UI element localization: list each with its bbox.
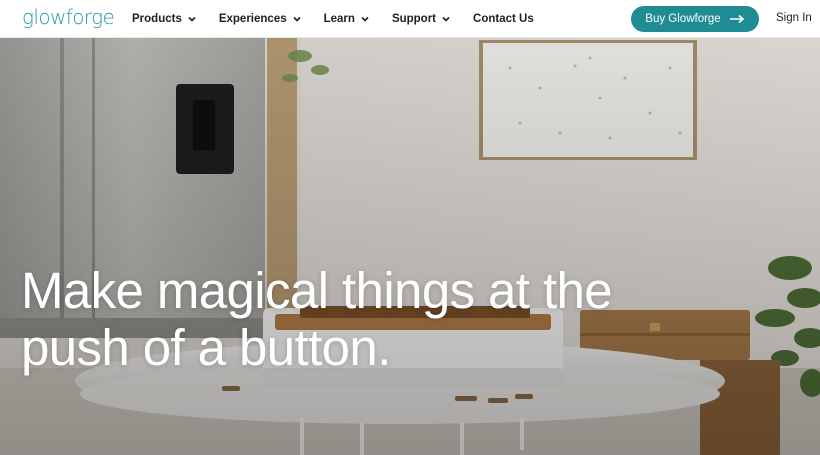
nav-item-label: Experiences — [218, 13, 287, 25]
sign-in-link[interactable]: Sign In — [776, 12, 812, 24]
buy-glowforge-button[interactable]: Buy Glowforge — [631, 6, 759, 32]
nav-item-learn[interactable]: Learn — [324, 13, 370, 25]
nav-links: Products Experiences Learn Support Conta… — [132, 0, 556, 38]
hero-section: Make magical things at the push of a but… — [0, 38, 820, 455]
hero-background-image — [0, 38, 820, 455]
chevron-down-icon — [442, 16, 450, 22]
buy-button-label: Buy Glowforge — [645, 13, 721, 25]
nav-item-label: Products — [132, 13, 182, 25]
hero-headline-line-2: push of a button. — [21, 319, 391, 376]
top-navigation: glowforge Products Experiences Learn Sup… — [0, 0, 820, 38]
chevron-down-icon — [293, 16, 301, 22]
chevron-down-icon — [361, 16, 369, 22]
nav-item-label: Learn — [323, 13, 355, 25]
nav-item-experiences[interactable]: Experiences — [219, 13, 302, 25]
chevron-down-icon — [188, 16, 196, 22]
nav-item-label: Support — [391, 13, 437, 25]
nav-item-label: Contact Us — [473, 13, 534, 25]
nav-item-products[interactable]: Products — [132, 13, 197, 25]
glowforge-logo[interactable]: glowforge — [22, 5, 115, 29]
nav-item-contact-us[interactable]: Contact Us — [473, 13, 534, 25]
hero-headline: Make magical things at the push of a but… — [21, 262, 721, 376]
hero-headline-line-1: Make magical things at the — [21, 262, 613, 319]
nav-item-support[interactable]: Support — [392, 13, 451, 25]
arrow-right-icon — [729, 14, 744, 24]
